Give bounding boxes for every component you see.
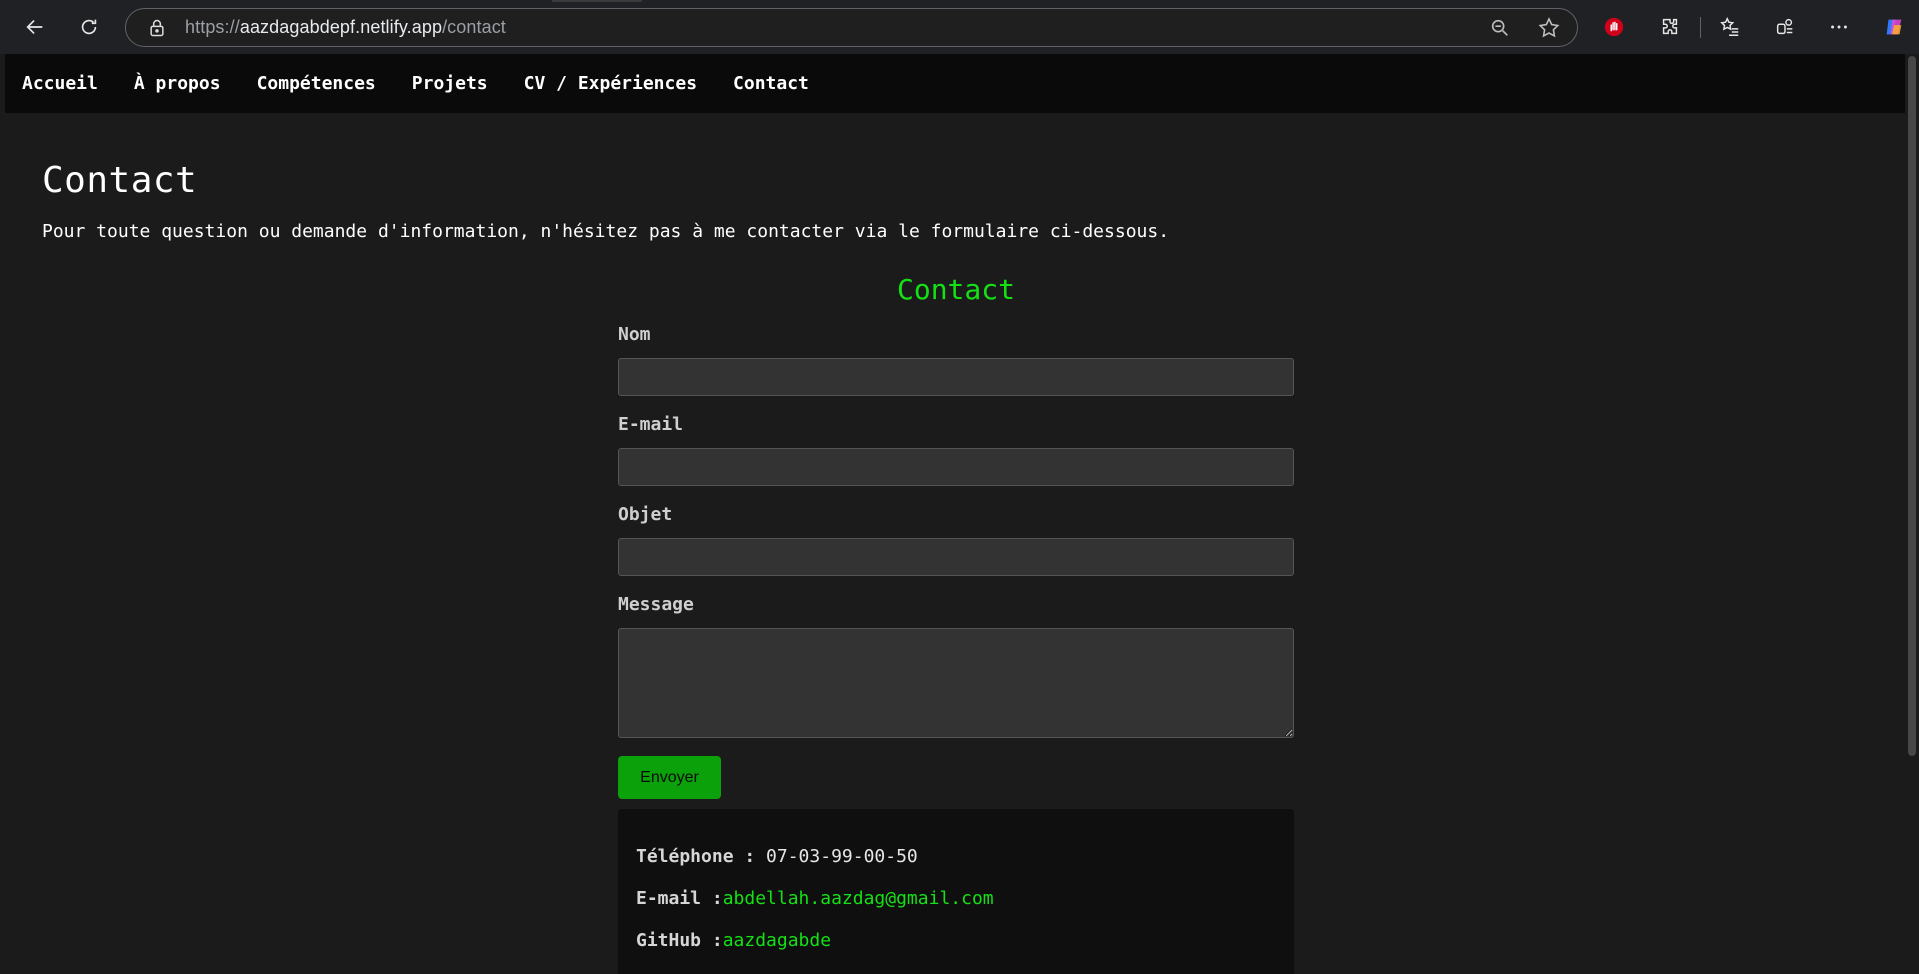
back-button[interactable] bbox=[15, 7, 55, 47]
lock-icon[interactable] bbox=[147, 18, 167, 38]
email-info-label: E-mail : bbox=[636, 888, 723, 909]
puzzle-icon bbox=[1662, 18, 1678, 35]
phone-line: Téléphone : 07-03-99-00-50 bbox=[636, 844, 1276, 886]
tab-strip-edge bbox=[552, 0, 642, 2]
page-scrollbar[interactable] bbox=[1905, 54, 1919, 974]
contact-info-box: Téléphone : 07-03-99-00-50 E-mail :abdel… bbox=[618, 809, 1294, 974]
nav-link-cv-experiences[interactable]: CV / Expériences bbox=[524, 73, 697, 94]
page-title: Contact bbox=[42, 160, 198, 201]
arrow-left-icon bbox=[26, 19, 43, 35]
nav-link-a-propos[interactable]: À propos bbox=[134, 73, 221, 94]
browser-toolbar: https://aazdagabdepf.netlify.app/contact bbox=[0, 0, 1919, 54]
message-label: Message bbox=[618, 594, 694, 615]
name-input[interactable] bbox=[618, 358, 1294, 396]
address-bar[interactable]: https://aazdagabdepf.netlify.app/contact bbox=[125, 8, 1578, 47]
send-button[interactable]: Envoyer bbox=[618, 756, 721, 799]
ellipsis-icon bbox=[1831, 25, 1847, 29]
github-link[interactable]: aazdagabde bbox=[723, 930, 831, 951]
copilot-button[interactable] bbox=[1874, 7, 1914, 47]
github-label: GitHub : bbox=[636, 930, 723, 951]
more-menu-button[interactable] bbox=[1819, 7, 1859, 47]
email-line: E-mail :abdellah.aazdag@gmail.com bbox=[636, 886, 1276, 928]
subject-label: Objet bbox=[618, 504, 673, 525]
favorites-list-icon bbox=[1720, 17, 1739, 36]
email-label: E-mail bbox=[618, 414, 684, 435]
name-label: Nom bbox=[618, 324, 651, 345]
form-title: Contact bbox=[896, 273, 1015, 306]
email-link[interactable]: abdellah.aazdag@gmail.com bbox=[723, 888, 994, 909]
favorites-button[interactable] bbox=[1710, 7, 1750, 47]
scrollbar-thumb[interactable] bbox=[1908, 56, 1916, 756]
copilot-icon bbox=[1886, 19, 1902, 35]
toolbar-separator bbox=[1700, 17, 1701, 38]
contact-form: Contact Nom E-mail Objet Message Envoyer bbox=[618, 270, 1294, 799]
refresh-icon bbox=[81, 19, 97, 35]
subject-input[interactable] bbox=[618, 538, 1294, 576]
intro-text: Pour toute question ou demande d'informa… bbox=[42, 221, 1170, 242]
zoom-out-icon[interactable] bbox=[1489, 17, 1511, 39]
stop-hand-icon bbox=[1604, 17, 1624, 37]
phone-label: Téléphone : bbox=[636, 846, 767, 867]
star-icon[interactable] bbox=[1537, 16, 1561, 40]
phone-value: 07-03-99-00-50 bbox=[766, 846, 918, 867]
nav-link-accueil[interactable]: Accueil bbox=[22, 73, 98, 94]
page-viewport: Accueil À propos Compétences Projets CV … bbox=[5, 54, 1905, 974]
collections-icon bbox=[1776, 18, 1793, 35]
collections-button[interactable] bbox=[1765, 7, 1805, 47]
extensions-button[interactable] bbox=[1650, 7, 1690, 47]
url-host: aazdagabdepf.netlify.app bbox=[239, 17, 443, 37]
nav-link-competences[interactable]: Compétences bbox=[257, 73, 376, 94]
site-navbar: Accueil À propos Compétences Projets CV … bbox=[5, 54, 1905, 113]
url-path: /contact bbox=[442, 17, 506, 37]
email-input[interactable] bbox=[618, 448, 1294, 486]
nav-link-projets[interactable]: Projets bbox=[412, 73, 488, 94]
github-line: GitHub :aazdagabde bbox=[636, 928, 1276, 970]
extension-stop-button[interactable] bbox=[1594, 7, 1634, 47]
url-scheme: https:// bbox=[185, 17, 240, 37]
nav-link-contact[interactable]: Contact bbox=[733, 73, 809, 94]
message-textarea[interactable] bbox=[618, 628, 1294, 738]
url-text[interactable]: https://aazdagabdepf.netlify.app/contact bbox=[185, 17, 506, 38]
reload-button[interactable] bbox=[69, 7, 109, 47]
main-content: Contact Pour toute question ou demande d… bbox=[5, 160, 1905, 242]
